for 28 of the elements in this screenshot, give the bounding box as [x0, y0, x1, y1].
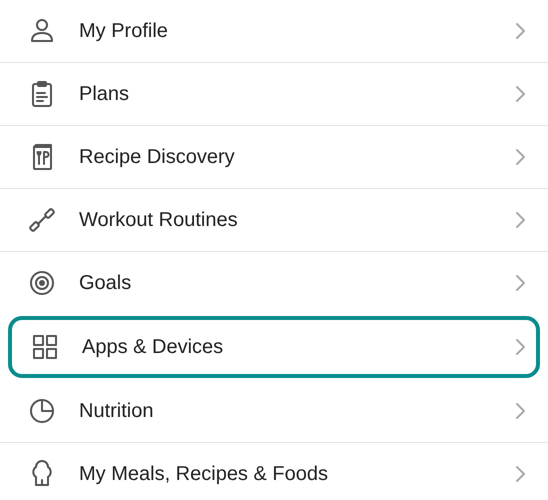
chevron-right-icon [514, 211, 526, 229]
chevron-right-icon [514, 148, 526, 166]
menu-label: Plans [79, 82, 130, 107]
chevron-right-icon [514, 402, 526, 420]
menu-label: Goals [79, 271, 132, 296]
chevron-right-icon [514, 465, 526, 483]
dumbbell-icon [27, 205, 57, 235]
pie-chart-icon [27, 396, 57, 426]
chevron-right-icon [514, 274, 526, 292]
menu-item[interactable]: Goals [0, 252, 548, 314]
grid-icon [30, 332, 60, 362]
menu-label: Workout Routines [79, 208, 239, 233]
target-icon [27, 268, 57, 298]
menu-label: My Meals, Recipes & Foods [79, 462, 329, 487]
menu-item[interactable]: Apps & Devices [8, 316, 540, 378]
menu-item[interactable]: Nutrition [0, 380, 548, 442]
menu-label: Nutrition [79, 399, 154, 424]
chevron-right-icon [514, 22, 526, 40]
menu-label: Recipe Discovery [79, 145, 236, 170]
menu-item[interactable]: My Meals, Recipes & Foods [0, 443, 548, 500]
menu-item[interactable]: My Profile [0, 0, 548, 62]
menu-label: Apps & Devices [82, 335, 224, 360]
menu-item[interactable]: Plans [0, 63, 548, 125]
chevron-right-icon [514, 85, 526, 103]
chevron-right-icon [514, 338, 526, 356]
menu-item[interactable]: Workout Routines [0, 189, 548, 251]
menu-label: My Profile [79, 19, 169, 44]
menu-item[interactable]: Recipe Discovery [0, 126, 548, 188]
